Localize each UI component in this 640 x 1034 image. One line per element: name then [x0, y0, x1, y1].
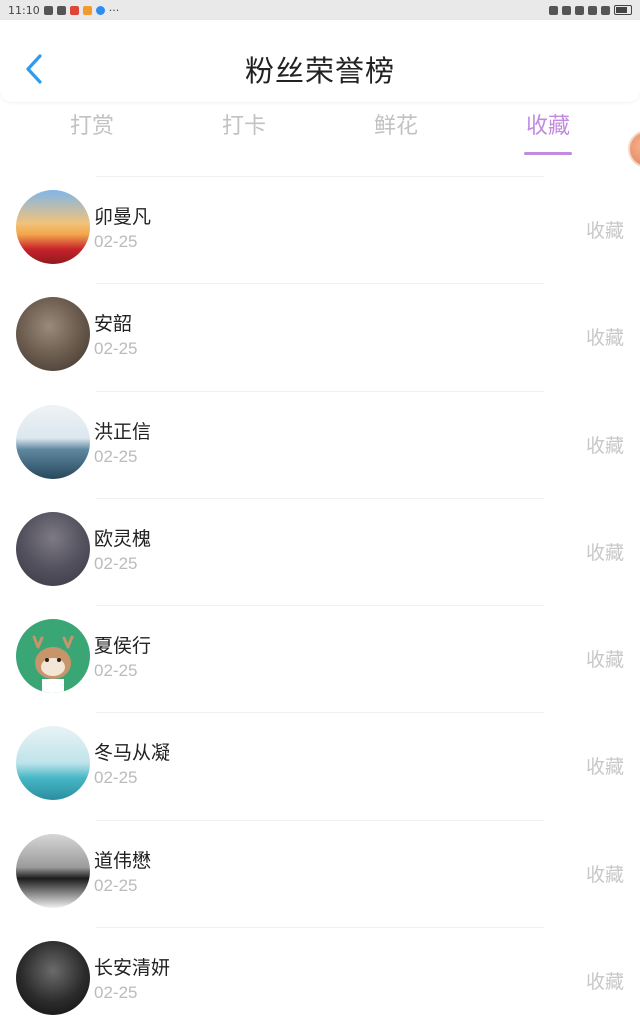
avatar[interactable] — [16, 190, 90, 264]
status-more: ··· — [108, 3, 120, 17]
tab-tips[interactable]: 打赏 — [42, 108, 142, 140]
cartoon-deer-avatar-icon — [32, 635, 74, 694]
battery-icon — [614, 5, 632, 15]
active-tab-indicator — [524, 152, 572, 155]
fan-action: 收藏 — [585, 649, 624, 672]
fan-action: 收藏 — [585, 327, 624, 350]
divider — [96, 605, 544, 607]
fan-name: 安韶 — [94, 313, 133, 336]
avatar[interactable] — [16, 941, 90, 1016]
wifi-icon — [601, 5, 610, 15]
page-title: 粉丝荣誉榜 — [244, 54, 395, 88]
fan-list: 卯曼凡 02-25 收藏 安韶 02-25 收藏 洪正信 02-25 收藏 欧灵… — [0, 176, 640, 1034]
app-notification-icon — [69, 5, 79, 15]
avatar[interactable] — [16, 297, 90, 372]
divider — [96, 927, 544, 929]
notification-bell-icon — [43, 5, 53, 15]
header: 粉丝荣誉榜 — [0, 20, 640, 102]
avatar[interactable] — [16, 726, 90, 801]
fan-date: 02-25 — [94, 983, 138, 1003]
fan-date: 02-25 — [94, 875, 138, 895]
fan-date: 02-25 — [94, 232, 138, 251]
fan-date: 02-25 — [94, 768, 138, 788]
avatar[interactable] — [16, 833, 90, 908]
divider — [96, 712, 544, 714]
fan-name: 冬马从凝 — [94, 742, 171, 765]
list-item[interactable]: 洪正信 02-25 收藏 — [0, 390, 640, 498]
list-item[interactable]: 欧灵槐 02-25 收藏 — [0, 497, 640, 605]
fan-action: 收藏 — [585, 756, 624, 779]
fan-date: 02-25 — [94, 446, 138, 466]
fan-date: 02-25 — [94, 339, 138, 359]
divider — [96, 283, 544, 285]
fan-action: 收藏 — [585, 220, 624, 242]
list-item[interactable]: 长安清妍 02-25 收藏 — [0, 927, 640, 1034]
eye-icon — [549, 5, 558, 15]
list-item[interactable]: 夏侯行 02-25 收藏 — [0, 605, 640, 712]
wechat-icon — [56, 5, 66, 15]
fan-name: 卯曼凡 — [94, 206, 152, 228]
avatar[interactable] — [16, 619, 90, 694]
fan-action: 收藏 — [585, 863, 624, 886]
fan-name: 长安清妍 — [94, 957, 171, 980]
tab-flowers[interactable]: 鲜花 — [346, 108, 446, 140]
divider — [96, 497, 544, 499]
status-bar: 11:10 ··· — [0, 0, 640, 20]
fan-name: 洪正信 — [94, 420, 152, 443]
fan-name: 道伟懋 — [94, 849, 152, 872]
avatar[interactable] — [16, 404, 90, 479]
divider — [96, 176, 544, 177]
divider — [96, 819, 544, 821]
fan-date: 02-25 — [94, 553, 138, 573]
app-notification-icon-2 — [82, 5, 92, 15]
fan-name: 夏侯行 — [94, 635, 152, 658]
status-time: 11:10 — [8, 3, 40, 17]
divider — [96, 390, 544, 392]
fan-action: 收藏 — [585, 971, 624, 994]
bluetooth-icon — [562, 5, 571, 15]
tab-favorites[interactable]: 收藏 — [498, 108, 598, 140]
list-item[interactable]: 卯曼凡 02-25 收藏 — [0, 176, 640, 283]
list-item[interactable]: 冬马从凝 02-25 收藏 — [0, 712, 640, 819]
fan-action: 收藏 — [585, 434, 624, 457]
mute-icon — [588, 5, 597, 15]
list-item[interactable]: 道伟懋 02-25 收藏 — [0, 819, 640, 927]
avatar[interactable] — [16, 511, 90, 586]
browser-notification-icon — [95, 5, 105, 15]
fan-date: 02-25 — [94, 661, 138, 681]
location-icon — [575, 5, 584, 15]
tab-checkin[interactable]: 打卡 — [194, 108, 294, 140]
list-item[interactable]: 安韶 02-25 收藏 — [0, 283, 640, 390]
fan-name: 欧灵槐 — [94, 527, 152, 550]
fan-action: 收藏 — [585, 541, 624, 564]
